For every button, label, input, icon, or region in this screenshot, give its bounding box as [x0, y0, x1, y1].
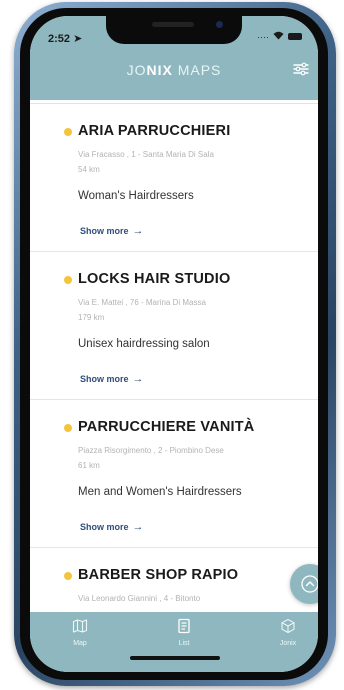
home-indicator[interactable]: [130, 656, 220, 660]
status-dot: [64, 276, 72, 284]
listing-name: BARBER SHOP RAPIO: [78, 567, 239, 583]
wifi-icon: [273, 31, 284, 42]
show-more-link[interactable]: Show more →: [80, 225, 144, 237]
list-icon: [178, 618, 190, 634]
tab-jonix[interactable]: Jonix: [258, 618, 318, 647]
listing-address: Via Fracasso , 1 - Santa Maria Di Sala: [78, 150, 214, 159]
speaker: [152, 22, 194, 27]
list-item[interactable]: LOCKS HAIR STUDIO Via E. Mattei , 76 - M…: [30, 252, 318, 400]
location-icon: ➤: [73, 33, 83, 45]
listing-distance: 54 km: [78, 165, 100, 174]
bottom-tab-bar: Map List Jonix: [30, 612, 318, 672]
app-title: JONIX MAPS: [126, 62, 222, 78]
tab-list[interactable]: List: [154, 618, 214, 647]
listing-distance: 179 km: [78, 313, 105, 322]
listing-name: ARIA PARRUCCHIERI: [78, 123, 231, 139]
screen: 2:52 ➤ ···· JONIX MAPS ARIA PARRUCCHIERI…: [30, 16, 318, 672]
listing-category: Woman's Hairdressers: [78, 190, 194, 202]
listing-name: PARRUCCHIERE VANITÀ: [78, 419, 255, 435]
status-dot: [64, 128, 72, 136]
listing-address: Piazza Risorgimento , 2 - Piombino Dese: [78, 446, 224, 455]
listing-category: Unisex hairdressing salon: [78, 338, 210, 350]
list-item[interactable]: ARIA PARRUCCHIERI Via Fracasso , 1 - San…: [30, 104, 318, 252]
status-time: 2:52 ➤: [48, 33, 83, 45]
tab-map[interactable]: Map: [50, 618, 110, 647]
camera: [216, 21, 223, 28]
status-icons: ····: [257, 31, 302, 42]
listing-list[interactable]: ARIA PARRUCCHIERI Via Fracasso , 1 - San…: [30, 100, 318, 612]
battery-icon: [288, 33, 302, 40]
filter-icon[interactable]: [292, 60, 310, 78]
status-dot: [64, 572, 72, 580]
arrow-right-icon: →: [132, 225, 144, 237]
listing-name: LOCKS HAIR STUDIO: [78, 271, 231, 287]
signal-icon: ····: [257, 31, 269, 42]
cube-icon: [281, 618, 295, 634]
arrow-right-icon: →: [132, 373, 144, 385]
listing-address: Via E. Mattei , 76 - Marina Di Massa: [78, 298, 206, 307]
list-item[interactable]: PARRUCCHIERE VANITÀ Piazza Risorgimento …: [30, 400, 318, 548]
notch: [106, 16, 242, 44]
listing-distance: 61 km: [78, 461, 100, 470]
arrow-right-icon: →: [132, 521, 144, 533]
listing-category: Men and Women's Hairdressers: [78, 486, 242, 498]
status-dot: [64, 424, 72, 432]
show-more-link[interactable]: Show more →: [80, 373, 144, 385]
list-item[interactable]: BARBER SHOP RAPIO Via Leonardo Giannini …: [30, 548, 318, 612]
listing-address: Via Leonardo Giannini , 4 - Bitonto: [78, 594, 201, 603]
chevron-up-icon: [301, 575, 318, 593]
show-more-link[interactable]: Show more →: [80, 521, 144, 533]
map-icon: [72, 619, 88, 633]
